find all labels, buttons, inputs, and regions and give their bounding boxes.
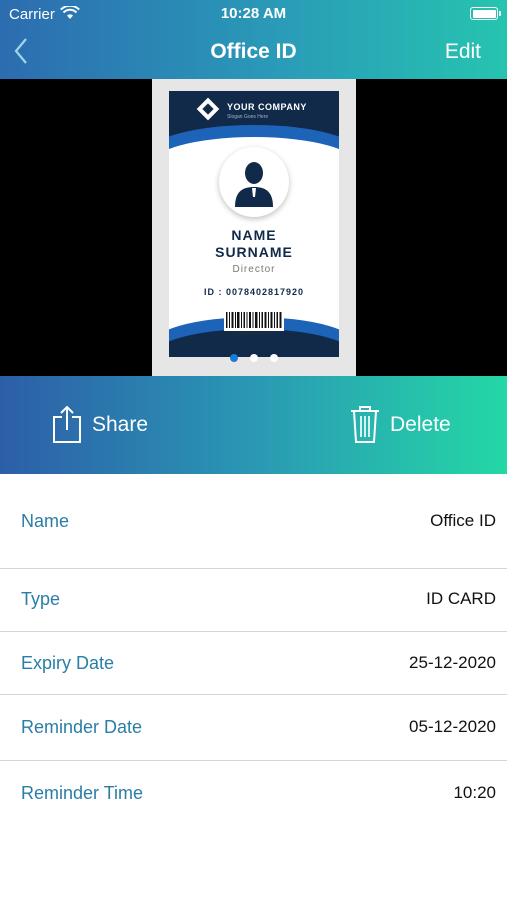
card-role: Director [232, 264, 276, 275]
row-value: ID CARD [426, 589, 496, 608]
card-slogan: Slogan Goes Here [227, 114, 269, 120]
page-dot-3[interactable] [269, 354, 278, 362]
row-label: Type [21, 589, 61, 609]
id-card: YOUR COMPANY Slogan Goes Here NAME SURNA… [169, 91, 339, 357]
barcode-icon [224, 311, 284, 331]
page-indicator[interactable] [0, 354, 507, 362]
list-item-reminder-date: Reminder Date 05-12-2020 [0, 695, 507, 761]
row-value: Office ID [430, 511, 496, 530]
row-label: Reminder Time [21, 783, 144, 803]
page-dot-1[interactable] [229, 354, 238, 362]
row-label: Name [21, 511, 70, 531]
share-label: Share [92, 413, 149, 436]
status-bar: Carrier 10:28 AM [0, 0, 507, 28]
status-time: 10:28 AM [220, 5, 287, 22]
card-id-number: ID : 0078402817920 [203, 287, 305, 297]
share-button[interactable]: Share [52, 404, 162, 444]
row-value: 10:20 [453, 783, 496, 802]
row-value: 05-12-2020 [409, 717, 496, 736]
battery-icon [470, 7, 501, 20]
delete-button[interactable]: Delete [350, 404, 465, 444]
person-silhouette-icon [235, 162, 273, 207]
card-company: YOUR COMPANY [227, 102, 307, 112]
page-title: Office ID [210, 40, 297, 63]
edit-button[interactable]: Edit [445, 40, 481, 64]
id-card-photo: YOUR COMPANY Slogan Goes Here NAME SURNA… [152, 79, 356, 376]
row-label: Reminder Date [21, 717, 143, 737]
row-label: Expiry Date [21, 653, 115, 673]
barcode-number: 0 15080 00000 0007 7 [233, 331, 275, 336]
delete-label: Delete [390, 413, 451, 436]
list-item-expiry-date: Expiry Date 25-12-2020 [0, 632, 507, 695]
share-icon [53, 405, 81, 443]
list-item-name: Name Office ID [0, 474, 507, 569]
header: Carrier 10:28 AM Office ID Edit [0, 0, 507, 79]
list-item-reminder-time: Reminder Time 10:20 [0, 761, 507, 827]
card-name: NAME SURNAME [215, 227, 293, 260]
image-viewer[interactable]: YOUR COMPANY Slogan Goes Here NAME SURNA… [0, 79, 507, 376]
list-item-type: Type ID CARD [0, 569, 507, 632]
avatar [219, 147, 289, 217]
row-value: 25-12-2020 [409, 653, 496, 672]
page-dot-2[interactable] [249, 354, 258, 362]
action-bar: Share Delete [0, 376, 507, 474]
trash-icon [351, 406, 379, 443]
